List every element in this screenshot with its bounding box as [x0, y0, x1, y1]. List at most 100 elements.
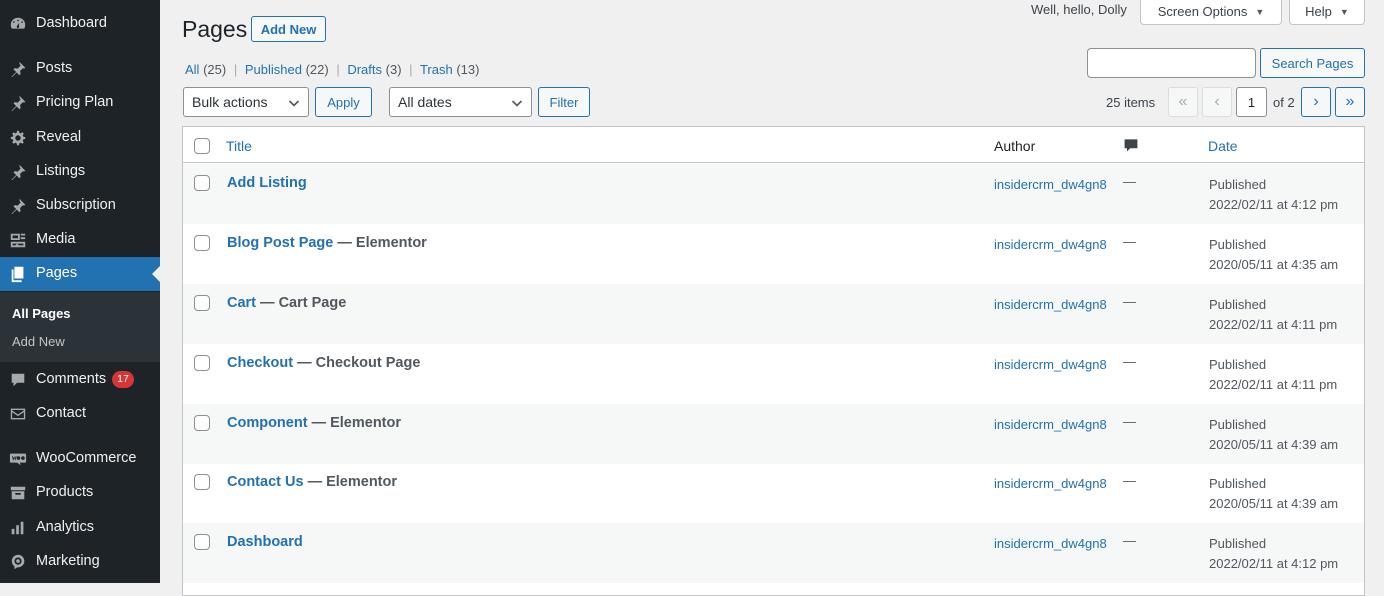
next-page-button[interactable]: ›: [1301, 87, 1331, 117]
row-title: Add Listing: [227, 175, 307, 191]
row-checkbox[interactable]: [194, 355, 210, 371]
row-date: Published 2022/02/11 at 4:11 pm: [1209, 295, 1337, 335]
sidebar-item-products[interactable]: Products: [0, 476, 160, 510]
sidebar-item-posts[interactable]: Posts: [0, 52, 160, 86]
submenu-item-all-pages[interactable]: All Pages: [12, 306, 71, 321]
page-title-link[interactable]: Contact Us: [227, 474, 304, 490]
date-text: 2020/05/11 at 4:39 am: [1209, 496, 1339, 511]
view-published-link[interactable]: Published: [245, 62, 302, 77]
page-title-link[interactable]: Cart: [227, 295, 256, 311]
view-label: Published: [244, 62, 302, 77]
help-button[interactable]: Help ▼: [1289, 0, 1365, 25]
sidebar-item-contact[interactable]: Contact: [0, 397, 160, 431]
bulk-actions-select[interactable]: Bulk actions: [183, 87, 309, 117]
row-checkbox[interactable]: [194, 235, 210, 251]
comment-count: —: [1123, 294, 1136, 309]
author-link[interactable]: insidercrm_dw4gn8: [994, 295, 1114, 315]
page-title-link[interactable]: Add Listing: [227, 175, 307, 191]
apply-button[interactable]: Apply: [315, 87, 372, 117]
current-page-input[interactable]: 1: [1236, 87, 1267, 117]
author-link[interactable]: insidercrm_dw4gn8: [994, 235, 1114, 255]
user-greeting[interactable]: Well, hello, Dolly: [1031, 2, 1127, 17]
comment-icon[interactable]: [1123, 137, 1139, 156]
author-link[interactable]: insidercrm_dw4gn8: [994, 474, 1114, 494]
separator: |: [336, 62, 340, 77]
view-drafts-link[interactable]: Drafts: [347, 62, 382, 77]
submenu-item-add-new[interactable]: Add New: [12, 334, 65, 349]
table-row: Contact Us — Elementor insidercrm_dw4gn8…: [183, 463, 1364, 523]
row-title: Dashboard: [227, 534, 303, 550]
sidebar-item-comments[interactable]: Comments 17: [0, 363, 160, 397]
post-state: — Checkout Page: [293, 355, 421, 371]
sidebar-item-label: Pricing Plan: [36, 94, 114, 110]
table-row: Add Listing insidercrm_dw4gn8 — Publishe…: [183, 164, 1364, 224]
first-page-button: «: [1168, 87, 1198, 117]
page-title-link[interactable]: Blog Post Page: [227, 235, 333, 251]
author-link[interactable]: insidercrm_dw4gn8: [994, 415, 1114, 435]
sidebar-item-marketing[interactable]: Marketing: [0, 545, 160, 579]
sidebar-item-label: Dashboard: [36, 15, 107, 31]
table-row: Dashboard insidercrm_dw4gn8 — Published 2…: [183, 523, 1364, 583]
author-link[interactable]: insidercrm_dw4gn8: [994, 534, 1114, 554]
sidebar-item-listings[interactable]: Listings: [0, 155, 160, 189]
archive-icon: [8, 483, 28, 503]
row-checkbox[interactable]: [194, 474, 210, 490]
sidebar-item-subscription[interactable]: Subscription: [0, 189, 160, 223]
sidebar-item-woocommerce[interactable]: WooCommerce: [0, 442, 160, 476]
screen-options-button[interactable]: Screen Options ▼: [1140, 0, 1282, 25]
last-page-button[interactable]: »: [1335, 87, 1365, 117]
items-count: 25 items: [1106, 95, 1156, 110]
filter-button[interactable]: Filter: [538, 87, 590, 117]
post-state: — Cart Page: [256, 295, 347, 311]
view-trash-link[interactable]: Trash: [420, 62, 453, 77]
author-link[interactable]: insidercrm_dw4gn8: [994, 175, 1114, 195]
caret-down-icon: ▼: [1255, 6, 1265, 17]
sidebar-item-media[interactable]: Media: [0, 223, 160, 257]
column-title-sort[interactable]: Title: [226, 138, 252, 154]
row-checkbox[interactable]: [194, 175, 210, 191]
sidebar-item-label: Subscription: [36, 197, 116, 213]
search-input[interactable]: [1087, 48, 1256, 78]
status-text: Published: [1209, 357, 1267, 372]
bulk-actions-value: Bulk actions: [192, 94, 268, 110]
comments-count-badge: 17: [112, 371, 134, 388]
row-date: Published 2022/02/11 at 4:11 pm: [1209, 355, 1337, 395]
select-all-checkbox[interactable]: [194, 138, 210, 154]
sidebar-item-reveal[interactable]: Reveal: [0, 121, 160, 155]
chevron-down-icon: [511, 96, 523, 108]
sidebar-item-pages[interactable]: Pages: [0, 257, 160, 291]
sidebar-item-dashboard[interactable]: Dashboard: [0, 7, 160, 41]
pages-icon: [8, 264, 28, 284]
sidebar-item-label: Reveal: [36, 129, 82, 145]
row-title: Component — Elementor: [227, 415, 401, 431]
comment-icon: [8, 370, 28, 390]
total-pages-label: of 2: [1273, 95, 1295, 110]
bar-chart-icon: [8, 518, 28, 538]
sidebar-item-label: Analytics: [36, 519, 95, 535]
dates-select[interactable]: All dates: [389, 87, 532, 117]
row-checkbox[interactable]: [194, 295, 210, 311]
page-title-link[interactable]: Dashboard: [227, 534, 303, 550]
column-date-sort[interactable]: Date: [1208, 138, 1238, 154]
row-checkbox[interactable]: [194, 534, 210, 550]
pin-icon: [8, 162, 28, 182]
sidebar-item-analytics[interactable]: Analytics: [0, 511, 160, 545]
sidebar-item-pricing-plan[interactable]: Pricing Plan: [0, 86, 160, 120]
page-title-link[interactable]: Component: [227, 415, 308, 431]
view-label: Drafts: [347, 62, 383, 77]
row-checkbox[interactable]: [194, 415, 210, 431]
view-all-link[interactable]: All: [185, 62, 199, 77]
pin-icon: [8, 59, 28, 79]
comment-count: —: [1123, 174, 1136, 189]
comments-label: Comments: [36, 371, 107, 387]
sidebar-item-label: Pages: [36, 265, 78, 281]
page-title-link[interactable]: Checkout: [227, 355, 293, 371]
comment-count: —: [1123, 414, 1136, 429]
author-link[interactable]: insidercrm_dw4gn8: [994, 355, 1114, 375]
table-row: Blog Post Page — Elementor insidercrm_dw…: [183, 224, 1364, 284]
add-new-button[interactable]: Add New: [251, 16, 326, 42]
pin-icon: [8, 196, 28, 216]
pages-submenu: All Pages Add New: [0, 292, 160, 362]
search-pages-button[interactable]: Search Pages: [1260, 48, 1365, 78]
sidebar-item-label: Listings: [36, 163, 86, 179]
